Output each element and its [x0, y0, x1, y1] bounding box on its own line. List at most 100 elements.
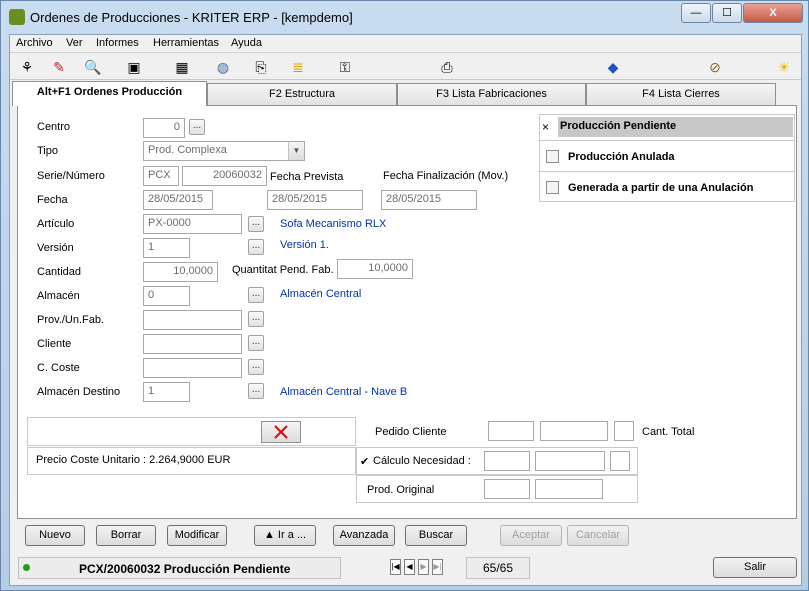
- client-area: Archivo Ver Informes Herramientas Ayuda …: [9, 34, 802, 586]
- calculator-icon[interactable]: ▦: [173, 58, 191, 76]
- buscar-button[interactable]: Buscar: [405, 525, 467, 546]
- fecha-prevista-field[interactable]: 28/05/2015: [267, 190, 363, 210]
- printer-icon[interactable]: ⎙: [438, 58, 456, 76]
- calculo-field-1[interactable]: [484, 451, 530, 471]
- key-icon[interactable]: ⚿: [336, 58, 354, 76]
- tipo-select[interactable]: Prod. Complexa: [143, 141, 305, 161]
- calculo-field-3[interactable]: [610, 451, 630, 471]
- menu-ver[interactable]: Ver: [66, 37, 83, 49]
- minimize-button[interactable]: —: [681, 3, 711, 23]
- cantidad-field[interactable]: 10,0000: [143, 262, 218, 282]
- pedido-cliente-field-1[interactable]: [488, 421, 534, 441]
- preview-icon[interactable]: 🔍: [84, 58, 102, 76]
- precio-coste-box: Precio Coste Unitario : 2.264,9000 EUR: [27, 447, 356, 475]
- fecha-prevista-label: Fecha Prevista: [270, 171, 344, 183]
- menu-archivo[interactable]: Archivo: [16, 37, 53, 49]
- title-bar: Ordenes de Producciones - KRITER ERP - […: [1, 1, 808, 33]
- almacen-lookup-button[interactable]: ...: [248, 287, 264, 303]
- numero-field[interactable]: 20060032: [182, 166, 267, 186]
- avanzada-button[interactable]: Avanzada: [333, 525, 395, 546]
- almacen-destino-label: Almacén Destino: [37, 386, 121, 398]
- tab-estructura[interactable]: F2 Estructura: [207, 83, 397, 105]
- status-option-generada[interactable]: Generada a partir de una Anulación: [540, 173, 794, 201]
- almacen-destino-description: Almacén Central - Nave B: [280, 386, 408, 398]
- anulada-checkbox[interactable]: [546, 150, 559, 163]
- salir-button[interactable]: Salir: [713, 557, 797, 578]
- close-button[interactable]: X: [743, 3, 803, 23]
- cliente-label: Cliente: [37, 338, 72, 350]
- tab-ordenes-produccion[interactable]: Alt+F1 Ordenes Producción: [12, 81, 207, 106]
- prod-original-box: Prod. Original: [356, 475, 638, 503]
- pedido-cliente-field-3[interactable]: [614, 421, 634, 441]
- version-field[interactable]: 1: [143, 238, 190, 258]
- serie-field[interactable]: PCX: [143, 166, 179, 186]
- maximize-button[interactable]: ☐: [712, 3, 742, 23]
- chevron-down-icon[interactable]: ▼: [288, 142, 304, 160]
- globe-icon[interactable]: ◍: [214, 58, 232, 76]
- delete-box: [27, 417, 356, 446]
- ir-a-button[interactable]: ▲ Ir a ...: [254, 525, 316, 546]
- tab-lista-fabricaciones[interactable]: F3 Lista Fabricaciones: [397, 83, 586, 105]
- record-status-box: PCX/20060032 Producción Pendiente: [18, 557, 341, 579]
- cliente-field[interactable]: [143, 334, 242, 354]
- search-window-icon[interactable]: ▣: [125, 58, 143, 76]
- almacen-destino-field[interactable]: 1: [143, 382, 190, 402]
- orden-form-panel: Centro 0 ... Tipo Prod. Complexa ▼ Serie…: [17, 105, 797, 519]
- precio-coste-text: Precio Coste Unitario : 2.264,9000 EUR: [36, 454, 231, 466]
- fecha-finalizacion-field[interactable]: 28/05/2015: [381, 190, 477, 210]
- next-record-icon[interactable]: ▶: [418, 559, 429, 575]
- menu-informes[interactable]: Informes: [96, 37, 139, 49]
- checklist-icon[interactable]: ≣: [289, 58, 307, 76]
- status-option-pendiente[interactable]: × Producción Pendiente: [540, 115, 794, 141]
- ccoste-lookup-button[interactable]: ...: [248, 359, 264, 375]
- last-record-icon[interactable]: ▶|: [432, 559, 443, 575]
- prov-lookup-button[interactable]: ...: [248, 311, 264, 327]
- app-window: Ordenes de Producciones - KRITER ERP - […: [0, 0, 809, 591]
- paperclip-icon[interactable]: ⊘: [706, 58, 724, 76]
- prov-field[interactable]: [143, 310, 242, 330]
- cantidad-label: Cantidad: [37, 266, 82, 278]
- prod-original-field-1[interactable]: [484, 479, 530, 499]
- delete-button[interactable]: [261, 421, 301, 443]
- modificar-button[interactable]: Modificar: [167, 525, 227, 546]
- ccoste-field[interactable]: [143, 358, 242, 378]
- generada-checkbox[interactable]: [546, 181, 559, 194]
- tab-lista-cierres[interactable]: F4 Lista Cierres: [586, 83, 776, 105]
- calculo-field-2[interactable]: [535, 451, 605, 471]
- serie-numero-label: Serie/Número: [37, 170, 105, 182]
- tab-strip: Alt+F1 Ordenes Producción F2 Estructura …: [10, 81, 801, 106]
- check-icon[interactable]: ✔: [360, 455, 369, 468]
- articulo-description: Sofa Mecanismo RLX: [280, 218, 387, 230]
- bottom-section: Pedido Cliente Cant. Total Precio Coste …: [27, 417, 790, 503]
- version-lookup-button[interactable]: ...: [248, 239, 264, 255]
- prod-original-field-2[interactable]: [535, 479, 603, 499]
- prov-label: Prov./Un.Fab.: [37, 314, 105, 326]
- cancelar-button[interactable]: Cancelar: [567, 525, 629, 546]
- articulo-field[interactable]: PX-0000: [143, 214, 242, 234]
- pedido-cliente-field-2[interactable]: [540, 421, 608, 441]
- first-record-icon[interactable]: |◀: [390, 559, 401, 575]
- almacen-destino-lookup-button[interactable]: ...: [248, 383, 264, 399]
- centro-field[interactable]: 0: [143, 118, 185, 138]
- prev-record-icon[interactable]: ◀: [404, 559, 415, 575]
- lightbulb-icon[interactable]: ☀: [775, 58, 793, 76]
- tree-icon[interactable]: ⚘: [18, 58, 36, 76]
- wand-icon[interactable]: ✎: [50, 58, 68, 76]
- cliente-lookup-button[interactable]: ...: [248, 335, 264, 351]
- almacen-field[interactable]: 0: [143, 286, 190, 306]
- nuevo-button[interactable]: Nuevo: [25, 525, 85, 546]
- centro-lookup-button[interactable]: ...: [189, 119, 205, 135]
- menu-ayuda[interactable]: Ayuda: [231, 37, 262, 49]
- status-option-anulada[interactable]: Producción Anulada: [540, 142, 794, 172]
- fecha-field[interactable]: 28/05/2015: [143, 190, 213, 210]
- eraser-icon[interactable]: ◆: [604, 58, 622, 76]
- window-title: Ordenes de Producciones - KRITER ERP - […: [30, 10, 353, 25]
- copy-icon[interactable]: ⎘: [252, 58, 270, 76]
- prod-original-label: Prod. Original: [367, 484, 435, 496]
- borrar-button[interactable]: Borrar: [96, 525, 156, 546]
- articulo-lookup-button[interactable]: ...: [248, 216, 264, 232]
- menu-herramientas[interactable]: Herramientas: [153, 37, 219, 49]
- quantitat-pend-field[interactable]: 10,0000: [337, 259, 413, 279]
- calculo-necesidad-label: Cálculo Necesidad :: [373, 455, 471, 467]
- aceptar-button[interactable]: Aceptar: [500, 525, 562, 546]
